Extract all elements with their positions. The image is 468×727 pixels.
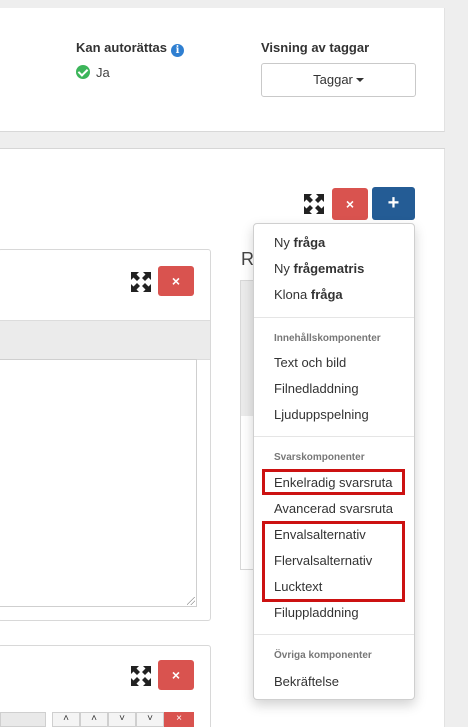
check-icon [76,65,90,79]
close-icon: × [171,667,181,683]
kan-autorattas-label: Kan autorättas i [76,40,185,57]
menu-item-clone-prefix: Klona [274,287,311,302]
highlight-box-single-line [262,469,405,495]
add-component-menu: Ny fråga Ny frågematris Klona fråga Inne… [253,223,415,700]
input-bar [0,712,46,727]
taggar-button-label: Taggar [313,72,353,87]
expand-icon[interactable] [131,272,151,292]
menu-item-new-question-bold: fråga [293,235,326,250]
menu-item-new-matrix-bold: frågematris [293,261,365,276]
menu-item-new-matrix-prefix: Ny [274,261,294,276]
menu-header-content: Innehållskomponenter [274,333,381,344]
chevron-up-icon: ˄ [91,713,97,724]
add-component-button[interactable]: + [372,187,415,220]
highlight-box-choice-items [262,521,405,602]
plus-icon: + [387,192,400,214]
menu-header-other: Övriga komponenter [274,650,372,661]
menu-item-file-download[interactable]: Filnedladdning [274,381,359,396]
delete-question-button[interactable]: × [158,660,194,690]
visning-av-taggar-label: Visning av taggar [261,40,370,55]
menu-divider [254,317,414,318]
delete-section-button[interactable]: × [332,188,368,220]
menu-item-audio-playback[interactable]: Ljuduppspelning [274,407,369,422]
menu-item-file-upload[interactable]: Filuppladdning [274,605,359,620]
menu-item-text-and-image[interactable]: Text och bild [274,355,346,370]
delete-row-button[interactable]: × [164,712,194,727]
menu-item-new-question[interactable]: Ny fråga [274,235,325,250]
move-up-button[interactable]: ˄ [52,712,80,727]
close-icon: × [176,713,182,724]
move-down-button[interactable]: ˅ [108,712,136,727]
chevron-down-icon: ˅ [147,713,153,724]
delete-question-button[interactable]: × [158,266,194,296]
close-icon: × [171,273,181,289]
taggar-dropdown-button[interactable]: Taggar [261,63,416,97]
resize-grip-icon[interactable] [187,597,195,605]
move-up-button[interactable]: ˄ [80,712,108,727]
card-header-bar [0,320,210,360]
caret-down-icon [355,78,364,82]
settings-panel: Kan autorättas i Ja Visning av taggar Tag… [0,8,445,132]
close-icon: × [345,196,355,212]
menu-item-confirmation[interactable]: Bekräftelse [274,674,339,689]
menu-item-advanced-answer[interactable]: Avancerad svarsruta [274,501,393,516]
menu-divider [254,436,414,437]
menu-item-clone-bold: fråga [310,287,343,302]
chevron-up-icon: ˄ [63,713,69,724]
menu-item-clone-question[interactable]: Klona fråga [274,287,343,302]
menu-divider [254,634,414,635]
kan-autorattas-value: Ja [76,65,110,80]
chevron-down-icon: ˅ [119,713,125,724]
question-card [0,249,211,621]
expand-icon[interactable] [304,194,324,214]
kan-autorattas-text: Kan autorättas [76,40,168,55]
menu-header-answer: Svarskomponenter [274,452,365,463]
kan-autorattas-value-text: Ja [96,65,110,80]
menu-item-new-question-prefix: Ny [274,235,294,250]
question-textarea[interactable] [0,359,197,607]
info-icon[interactable]: i [171,44,185,57]
move-down-button[interactable]: ˅ [136,712,164,727]
menu-item-new-matrix[interactable]: Ny frågematris [274,261,364,276]
expand-icon[interactable] [131,666,151,686]
